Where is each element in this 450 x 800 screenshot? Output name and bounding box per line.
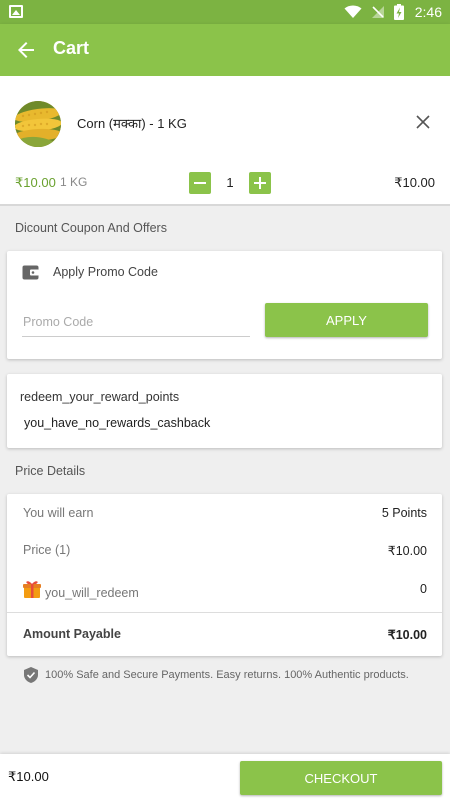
item-total: ₹10.00 <box>394 175 435 190</box>
arrow-back-icon[interactable] <box>14 38 38 62</box>
status-time: 2:46 <box>414 4 442 20</box>
rewards-title: redeem_your_reward_points <box>20 390 180 404</box>
secure-note-text: 100% Safe and Secure Payments. Easy retu… <box>45 669 409 681</box>
wifi-icon <box>344 5 362 18</box>
promo-code-input[interactable] <box>22 307 250 337</box>
status-icons: 2:46 <box>344 3 442 21</box>
earn-value: 5 Points <box>381 506 427 520</box>
gift-icon <box>23 581 41 598</box>
amount-payable-row: Amount Payable ₹10.00 <box>7 627 442 647</box>
increase-quantity-button[interactable] <box>249 172 271 194</box>
secure-payments-note: 100% Safe and Secure Payments. Easy retu… <box>24 667 409 683</box>
no-signal-icon <box>371 6 384 18</box>
promo-card: Apply Promo Code APPLY <box>7 251 442 359</box>
image-icon <box>9 5 23 18</box>
corn-image <box>15 101 61 147</box>
checkout-bar: ₹10.00 CHECKOUT <box>0 754 450 800</box>
quantity-value: 1 <box>226 175 234 190</box>
redeem-label: you_will_redeem <box>45 586 139 600</box>
status-bar: 2:46 <box>0 0 450 24</box>
product-price: ₹10.00 <box>15 175 56 190</box>
price-value: ₹10.00 <box>387 544 427 558</box>
cart-item: Corn (मक्का) - 1 KG ₹10.00 1 KG 1 ₹10.00 <box>0 76 450 206</box>
rewards-message: you_have_no_rewards_cashback <box>24 416 211 430</box>
checkout-amount: ₹10.00 <box>8 769 49 784</box>
checkout-button[interactable]: CHECKOUT <box>240 761 442 795</box>
earn-label: You will earn <box>23 506 94 520</box>
product-name: Corn (मक्का) - 1 KG <box>77 116 187 131</box>
offers-section-title: Dicount Coupon And Offers <box>15 221 167 235</box>
price-details-title: Price Details <box>15 464 86 478</box>
redeem-row: you_will_redeem 0 <box>7 581 442 606</box>
wallet-icon <box>22 265 39 280</box>
divider <box>7 612 442 613</box>
promo-title: Apply Promo Code <box>53 265 158 279</box>
decrease-quantity-button[interactable] <box>189 172 211 194</box>
amount-payable-value: ₹10.00 <box>387 628 427 642</box>
price-details-card: You will earn 5 Points Price (1) ₹10.00 … <box>7 494 442 656</box>
apply-button[interactable]: APPLY <box>265 303 428 337</box>
amount-payable-label: Amount Payable <box>23 627 121 641</box>
app-toolbar: Cart <box>0 24 450 76</box>
price-row: Price (1) ₹10.00 <box>7 543 442 563</box>
redeem-value: 0 <box>420 582 427 596</box>
battery-charging-icon <box>393 4 404 20</box>
close-icon[interactable] <box>416 115 430 129</box>
product-unit: 1 KG <box>60 175 88 189</box>
price-label: Price (1) <box>23 543 71 557</box>
earn-row: You will earn 5 Points <box>7 506 442 526</box>
page-title: Cart <box>53 38 90 58</box>
shield-check-icon <box>24 667 38 683</box>
rewards-card: redeem_your_reward_points you_have_no_re… <box>7 374 442 448</box>
